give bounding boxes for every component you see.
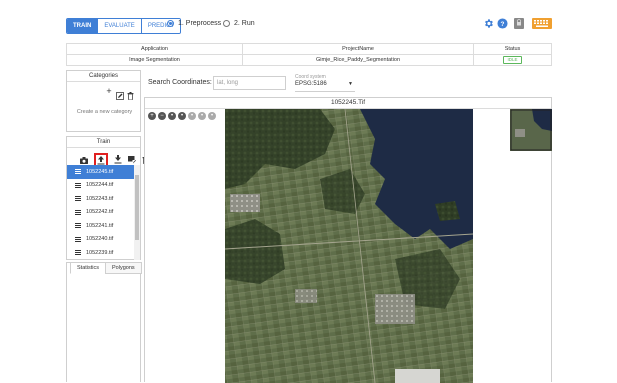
status-header: Status <box>473 43 552 55</box>
list-item[interactable]: 1052245.tif <box>67 165 134 179</box>
project-name-header: ProjectName <box>242 43 474 55</box>
list-item[interactable]: 1052239.tif <box>67 246 134 260</box>
minimap[interactable] <box>510 109 552 151</box>
list-icon <box>75 223 81 229</box>
clear-icon[interactable]: • <box>208 112 216 120</box>
step-run-radio[interactable]: 2. Run <box>223 20 255 27</box>
undo-icon[interactable]: • <box>188 112 196 120</box>
bottom-tabs: Statistics Polygons <box>70 262 142 274</box>
list-icon <box>75 209 81 215</box>
tab-polygons[interactable]: Polygons <box>105 262 142 274</box>
list-icon <box>75 236 81 242</box>
keyboard-icon[interactable] <box>532 18 552 29</box>
project-name-value: Gimje_Rice_Paddy_Segmentation <box>242 54 474 66</box>
categories-title: Categories <box>67 71 140 82</box>
list-icon <box>75 250 81 256</box>
satellite-image[interactable] <box>225 109 473 383</box>
list-item[interactable]: 1052244.tif <box>67 179 134 193</box>
select-icon[interactable]: • <box>178 112 186 120</box>
create-category-text[interactable]: Create a new category <box>67 109 142 115</box>
lock-icon[interactable] <box>513 18 524 29</box>
file-name: 1052239.tif <box>86 249 114 256</box>
tab-statistics[interactable]: Statistics <box>70 262 107 274</box>
scrollbar-thumb[interactable] <box>135 175 139 240</box>
coord-system-select[interactable]: EPSG:5186 ▼ <box>295 81 355 92</box>
application-value: Image Segmentation <box>66 54 243 66</box>
search-coordinates-input[interactable]: lat, long <box>213 76 286 90</box>
radio-unselected-icon <box>223 20 230 27</box>
evaluate-mode-button[interactable]: EVALUATE <box>97 19 141 33</box>
list-scrollbar[interactable] <box>134 165 140 260</box>
svg-text:?: ? <box>501 21 505 28</box>
image-viewer: 1052245.Tif + − • • • • • <box>144 97 552 383</box>
map-toolbar: + − • • • • • <box>148 112 218 120</box>
list-icon <box>75 182 81 188</box>
hand-pan-icon[interactable]: • <box>168 112 176 120</box>
add-icon[interactable]: + <box>105 87 113 105</box>
status-badge: IDLE <box>503 56 522 64</box>
categories-panel: Categories + Create a new category <box>66 70 141 132</box>
train-title: Train <box>67 137 140 148</box>
help-icon[interactable]: ? <box>497 18 508 29</box>
settings-icon[interactable] <box>483 18 494 29</box>
list-item[interactable]: 1052243.tif <box>67 192 134 206</box>
table-header-row: Application ProjectName Status <box>66 43 552 55</box>
bottom-tab-panel: Statistics Polygons <box>66 262 142 382</box>
list-icon <box>75 196 81 202</box>
coord-system-label: Coord system <box>295 74 326 80</box>
dropdown-arrow-icon: ▼ <box>348 81 353 87</box>
radio-selected-icon <box>167 20 174 27</box>
mode-switch: TRAIN EVALUATE PREDICT <box>66 18 182 34</box>
train-file-list: 1052245.tif 1052244.tif 1052243.tif 1052… <box>67 165 134 260</box>
top-bar: TRAIN EVALUATE PREDICT 1. Preprocess 2. … <box>0 0 617 38</box>
status-cell: IDLE <box>473 54 552 66</box>
step-preprocess-radio[interactable]: 1. Preprocess <box>167 20 221 27</box>
upload-icon <box>97 155 105 164</box>
project-info-table: Application ProjectName Status Image Seg… <box>66 43 552 66</box>
coord-system-value: EPSG:5186 <box>295 81 327 87</box>
train-mode-button[interactable]: TRAIN <box>67 19 98 33</box>
delete-icon[interactable] <box>127 87 134 105</box>
edit-icon[interactable] <box>116 87 124 105</box>
file-name: 1052243.tif <box>86 195 114 202</box>
list-item[interactable]: 1052242.tif <box>67 206 134 220</box>
list-item[interactable]: 1052241.tif <box>67 219 134 233</box>
list-item[interactable]: 1052240.tif <box>67 233 134 247</box>
redo-icon[interactable]: • <box>198 112 206 120</box>
zoom-out-icon[interactable]: − <box>158 112 166 120</box>
file-name: 1052242.tif <box>86 209 114 216</box>
file-name: 1052241.tif <box>86 222 114 229</box>
search-label: Search Coordinates: <box>148 79 212 86</box>
list-icon <box>75 169 81 175</box>
file-name: 1052245.tif <box>86 168 114 175</box>
file-name: 1052240.tif <box>86 236 114 243</box>
table-row: Image Segmentation Gimje_Rice_Paddy_Segm… <box>66 54 552 66</box>
step-preprocess-label: 1. Preprocess <box>178 20 222 27</box>
categories-toolbar: + <box>105 87 134 105</box>
zoom-in-icon[interactable]: + <box>148 112 156 120</box>
viewer-title: 1052245.Tif <box>145 98 551 109</box>
file-name: 1052244.tif <box>86 182 114 189</box>
application-header: Application <box>66 43 243 55</box>
train-panel: Train 1052245.tif 1052244.tif 1052243.ti… <box>66 136 149 260</box>
step-run-label: 2. Run <box>234 20 255 27</box>
